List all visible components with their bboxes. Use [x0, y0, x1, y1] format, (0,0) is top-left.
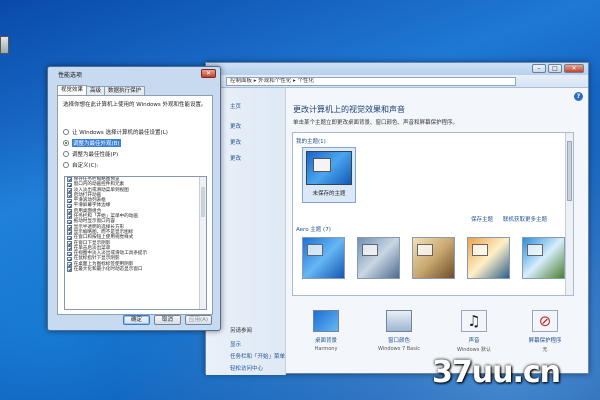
screensaver-setting[interactable]: ⊘ 屏幕保护程序 无	[515, 310, 575, 353]
radio-label: 让 Windows 选择计算机的最佳设置(L)	[72, 130, 168, 136]
aero-themes-label: Aero 主题 (7)	[296, 227, 331, 233]
checkbox[interactable]	[67, 219, 72, 225]
window-titlebar[interactable]: – □ ✕	[206, 63, 588, 75]
address-path[interactable]: 控制面板 ▸ 外观和个性化 ▸ 个性化	[226, 77, 516, 86]
desktop-background-label: 桌面背景	[314, 338, 337, 344]
window-color-label: 窗口颜色	[387, 338, 410, 344]
checkbox[interactable]	[67, 230, 72, 235]
desktop-file-icon[interactable]	[0, 36, 9, 54]
dialog-buttons: 确定 取消 应用(A)	[123, 315, 212, 325]
my-themes-label: 我的主题(1)	[296, 139, 326, 145]
screensaver-label: 屏幕保护程序	[528, 338, 562, 344]
desktop-background-setting[interactable]: 桌面背景 Harmony	[296, 310, 356, 352]
apply-button[interactable]: 应用(A)	[185, 315, 212, 325]
cancel-button[interactable]: 取消	[154, 315, 181, 325]
tab-dep[interactable]: 数据执行保护	[104, 86, 146, 95]
sidebar-link-display[interactable]: 显示	[230, 340, 241, 348]
aero-theme-windows7[interactable]	[302, 237, 345, 279]
checkbox[interactable]	[67, 209, 72, 214]
radio-button[interactable]	[63, 162, 69, 168]
theme-list: 我的主题(1) 未保存的主题 保存主题 联机获取更多主题 Aero 主题 (7)	[292, 132, 574, 296]
unsaved-theme-label: 未保存的主题	[312, 191, 346, 197]
checkbox[interactable]	[67, 246, 72, 251]
checkbox[interactable]	[67, 267, 72, 272]
address-bar: 控制面板 ▸ 外观和个性化 ▸ 个性化	[206, 75, 588, 88]
save-theme-link[interactable]: 保存主题	[471, 215, 493, 223]
radio-let-windows-choose[interactable]: 让 Windows 选择计算机的最佳设置(L)	[63, 128, 168, 136]
radio-button[interactable]	[63, 129, 69, 135]
effects-list-scrollbar[interactable]	[199, 177, 206, 309]
visual-effects-description: 选择你想在此计算机上使用的 Windows 外观和性能设置。	[63, 102, 207, 108]
checkbox[interactable]	[67, 240, 72, 246]
dialog-close-button[interactable]: ✕	[201, 69, 216, 78]
desktop-background-icon	[313, 310, 339, 332]
no-screensaver-icon: ⊘	[532, 310, 558, 332]
sidebar-link-change-3[interactable]: 更改	[230, 154, 241, 162]
checkbox[interactable]	[67, 251, 72, 257]
tab-visual-effects[interactable]: 视觉效果	[57, 85, 88, 95]
close-button[interactable]: ✕	[564, 64, 584, 73]
minimize-button[interactable]: –	[532, 64, 546, 73]
personalization-window: – □ ✕ 控制面板 ▸ 外观和个性化 ▸ 个性化 主页 更改 更改 更改 另请…	[205, 62, 590, 375]
checkbox[interactable]	[67, 182, 72, 188]
checkbox[interactable]	[67, 187, 72, 193]
sidebar-link-taskbar[interactable]: 任务栏和「开始」菜单	[230, 352, 285, 360]
performance-options-dialog: 性能选项 ✕ 视觉效果 高级 数据执行保护 选择你想在此计算机上使用的 Wind…	[47, 66, 221, 331]
online-themes-link[interactable]: 联机获取更多主题	[503, 215, 547, 223]
checkbox[interactable]	[67, 262, 72, 267]
sidebar-link-change-2[interactable]: 更改	[230, 138, 241, 146]
radio-label: 调整为最佳外观(B)	[72, 139, 121, 147]
sounds-label: 声音	[468, 338, 480, 344]
sidebar-link-change-1[interactable]: 更改	[230, 122, 241, 130]
page-title: 更改计算机上的视觉效果和声音	[293, 105, 405, 114]
visual-effects-list: 保存任务栏缩略图预览 窗口内的动画控件和元素 淡入淡出或滑动菜单到视图 启动打开…	[64, 176, 207, 310]
dialog-tabs: 视觉效果 高级 数据执行保护	[57, 85, 146, 95]
site-watermark: 37uu.cn	[432, 355, 561, 390]
sidebar-see-also: 另请参阅	[230, 328, 253, 334]
checkbox[interactable]	[67, 177, 72, 182]
window-color-value: Windows 7 Basic	[378, 346, 420, 352]
effect-label: 在最大化和最小化时动态显示窗口	[73, 267, 143, 273]
radio-best-appearance[interactable]: 调整为最佳外观(B)	[63, 139, 121, 147]
window-color-icon	[386, 310, 412, 332]
aero-theme-landscapes[interactable]	[467, 237, 510, 279]
checkbox[interactable]	[67, 256, 72, 262]
effect-item[interactable]: 在最大化和最小化时动态显示窗口	[65, 267, 206, 272]
radio-custom[interactable]: 自定义(C):	[63, 161, 99, 169]
radio-best-performance[interactable]: 调整为最佳性能(P)	[63, 150, 118, 158]
tab-advanced[interactable]: 高级	[86, 86, 106, 95]
checkbox[interactable]	[67, 214, 72, 220]
window-color-setting[interactable]: 窗口颜色 Windows 7 Basic	[369, 310, 429, 352]
aero-theme-nature[interactable]	[522, 237, 565, 279]
aero-theme-characters[interactable]	[412, 237, 455, 279]
page-description: 单击某个主题立即更改桌面背景、窗口颜色、声音和屏幕保护程序。	[293, 120, 459, 126]
sounds-value: Windows 默认	[457, 347, 491, 353]
checkbox[interactable]	[67, 225, 72, 230]
unsaved-theme-item[interactable]: 未保存的主题	[302, 147, 356, 203]
main-content: 更改计算机上的视觉效果和声音 单击某个主题立即更改桌面背景、窗口颜色、声音和屏幕…	[286, 88, 590, 375]
visual-effects-panel: 选择你想在此计算机上使用的 Windows 外观和性能设置。 让 Windows…	[57, 95, 213, 315]
radio-label: 调整为最佳性能(P)	[72, 152, 119, 158]
radio-button-selected[interactable]	[63, 140, 69, 146]
maximize-button[interactable]: □	[548, 64, 562, 73]
checkbox[interactable]	[67, 203, 72, 209]
ok-button[interactable]: 确定	[123, 315, 150, 325]
sidebar-link-ease-of-access[interactable]: 轻松访问中心	[230, 364, 263, 372]
theme-list-scrollbar[interactable]	[565, 133, 573, 295]
music-note-icon: ♫	[461, 310, 487, 332]
radio-label: 自定义(C):	[72, 163, 99, 169]
unsaved-theme-thumbnail	[306, 151, 352, 185]
sounds-setting[interactable]: ♫ 声音 Windows 默认	[444, 310, 504, 353]
checkbox[interactable]	[67, 198, 72, 204]
screensaver-value: 无	[542, 347, 548, 353]
checkbox[interactable]	[67, 235, 72, 241]
radio-button[interactable]	[63, 151, 69, 157]
desktop-background-value: Harmony	[314, 346, 338, 352]
aero-theme-architecture[interactable]	[357, 237, 400, 279]
sidebar-link-home[interactable]: 主页	[230, 102, 241, 110]
dialog-title: 性能选项	[58, 72, 83, 79]
checkbox[interactable]	[67, 193, 72, 198]
